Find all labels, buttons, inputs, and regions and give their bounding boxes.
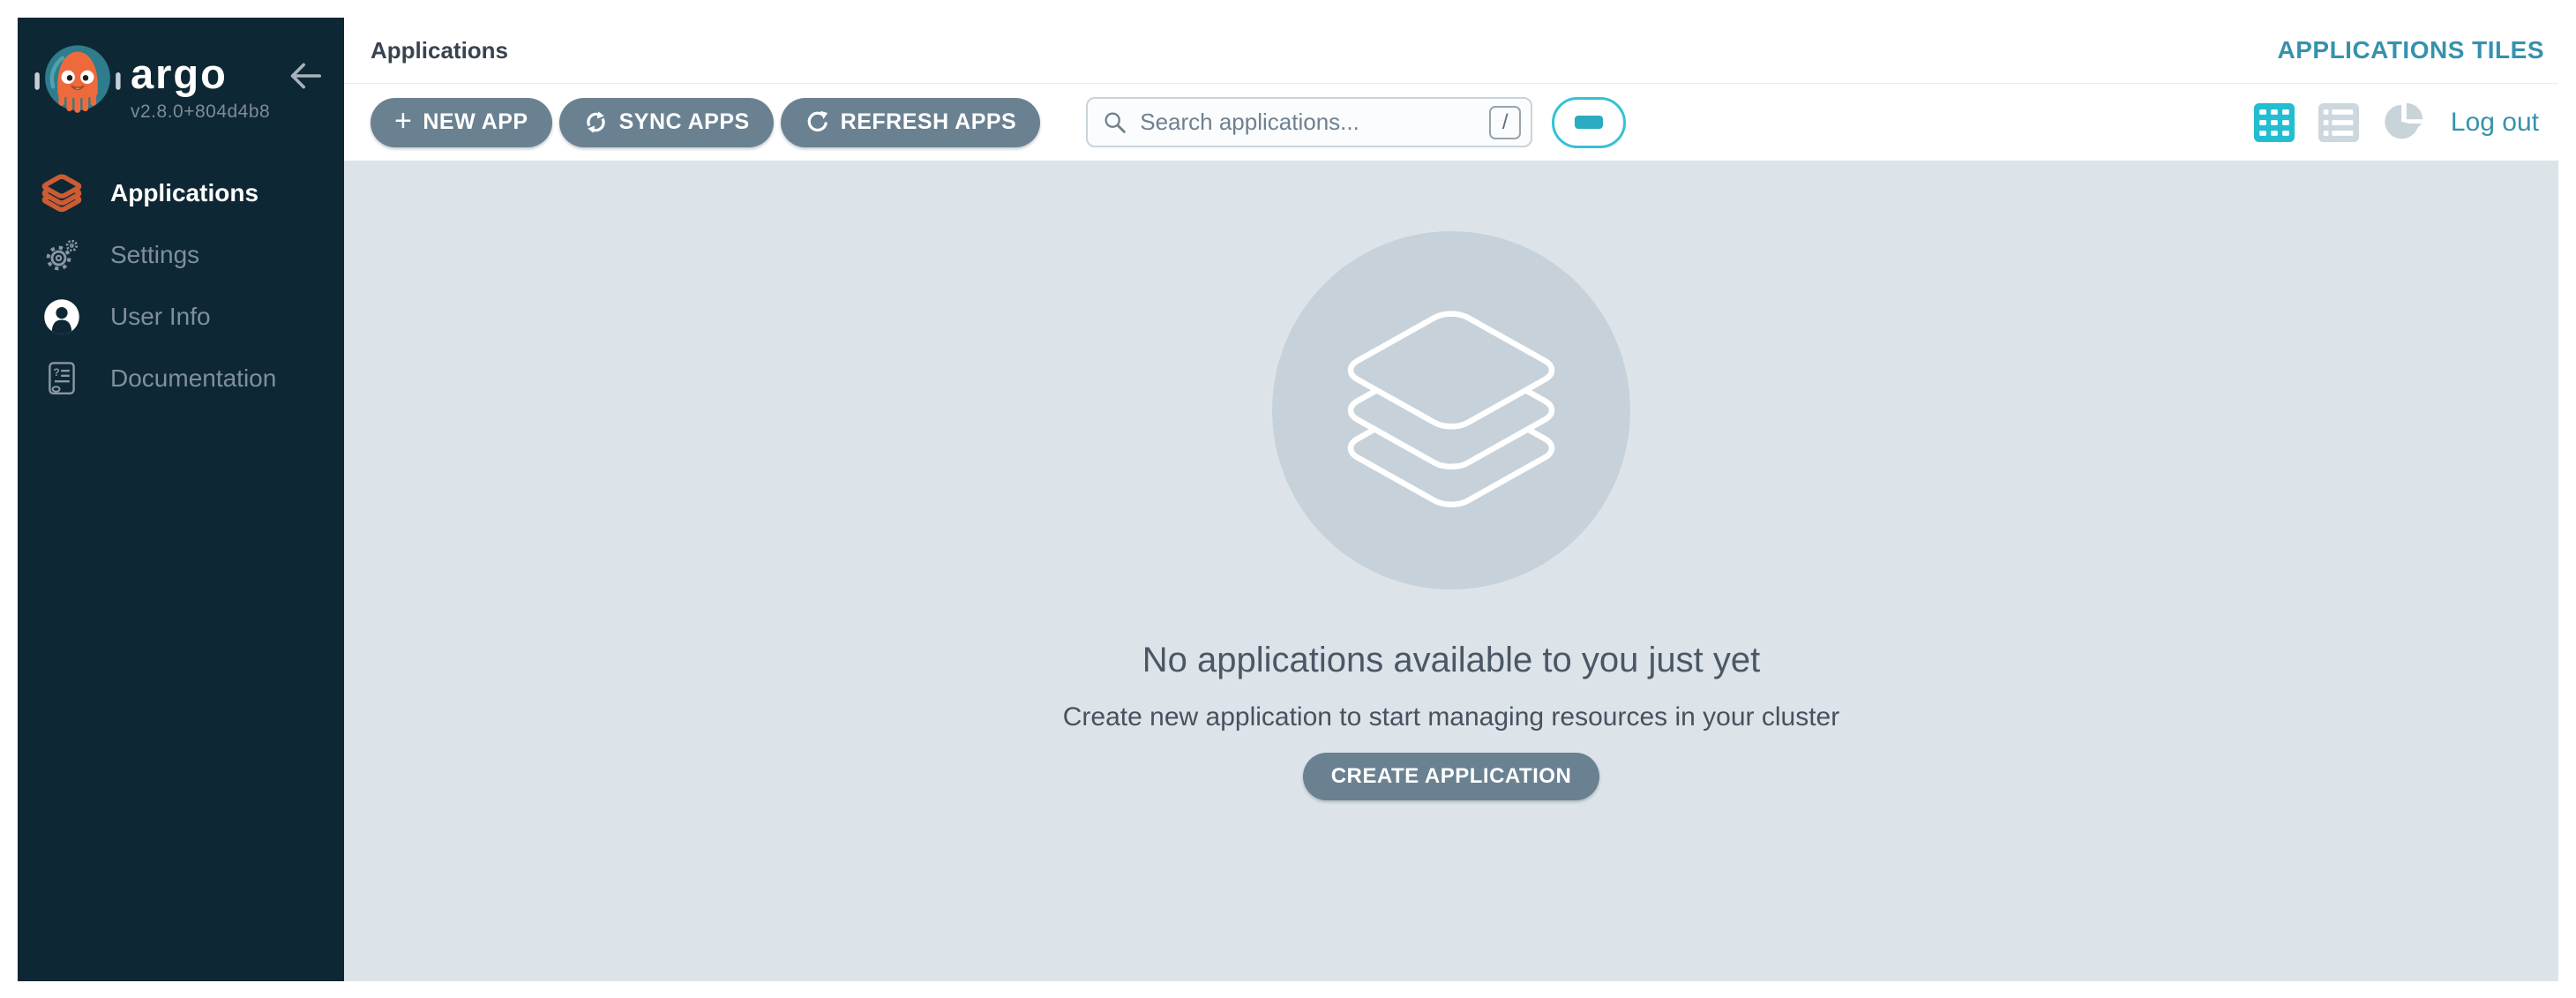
favorites-filter-toggle[interactable] <box>1552 97 1626 148</box>
tiles-view-icon[interactable] <box>2253 102 2295 143</box>
page-title: APPLICATIONS TILES <box>2278 36 2545 64</box>
sync-icon <box>583 109 609 135</box>
brand-block: argo v2.8.0+804d4b8 <box>131 41 270 123</box>
sidebar-item-label: Documentation <box>110 364 276 393</box>
brand-version: v2.8.0+804d4b8 <box>131 101 270 123</box>
applications-empty-state: No applications available to you just ye… <box>344 161 2558 981</box>
argo-octopus-logo-icon <box>34 41 122 120</box>
plus-icon: + <box>394 106 412 136</box>
keyboard-shortcut-badge: / <box>1489 106 1521 139</box>
sync-apps-button-label: SYNC APPS <box>619 109 750 135</box>
breadcrumb[interactable]: Applications <box>371 37 508 64</box>
new-app-button-label: NEW APP <box>423 109 528 135</box>
sidebar-item-settings[interactable]: Settings <box>18 224 344 286</box>
summary-pie-chart-view-icon[interactable] <box>2382 101 2426 144</box>
content-column: Applications APPLICATIONS TILES + NEW AP… <box>344 18 2558 981</box>
sidebar-collapse-button[interactable] <box>286 60 325 92</box>
refresh-apps-button-label: REFRESH APPS <box>841 109 1017 135</box>
stacked-layers-icon <box>1333 292 1569 529</box>
sidebar-item-label: User Info <box>110 303 211 331</box>
view-switcher <box>2253 101 2426 144</box>
list-view-icon[interactable] <box>2318 102 2360 143</box>
empty-state-subtitle: Create new application to start managing… <box>1063 702 1839 732</box>
empty-state-circle <box>1272 231 1630 589</box>
sidebar-item-user-info[interactable]: User Info <box>18 286 344 348</box>
refresh-icon <box>805 109 830 135</box>
toggle-knob-icon <box>1575 116 1603 129</box>
sidebar: argo v2.8.0+804d4b8 <box>18 18 344 981</box>
argo-cd-app: argo v2.8.0+804d4b8 <box>18 18 2558 981</box>
brand-name: argo <box>131 53 270 94</box>
logo-row: argo v2.8.0+804d4b8 <box>18 18 344 141</box>
sidebar-nav: Applications Settings <box>18 162 344 409</box>
sidebar-item-documentation[interactable]: ? Documentation <box>18 348 344 409</box>
documentation-book-icon: ? <box>41 358 82 399</box>
sidebar-item-applications[interactable]: Applications <box>18 162 344 224</box>
empty-state-title: No applications available to you just ye… <box>1142 641 1760 680</box>
create-application-button[interactable]: CREATE APPLICATION <box>1303 753 1600 800</box>
gears-icon <box>41 235 82 275</box>
left-arrow-icon <box>286 60 325 92</box>
sidebar-item-label: Applications <box>110 179 258 207</box>
sidebar-item-label: Settings <box>110 241 199 269</box>
top-bar: Applications APPLICATIONS TILES <box>344 18 2558 84</box>
svg-text:?: ? <box>53 366 59 379</box>
stacked-layers-icon <box>41 173 82 214</box>
search-input[interactable] <box>1140 109 1489 136</box>
toolbar: + NEW APP SYNC APPS <box>344 84 2558 161</box>
sync-apps-button[interactable]: SYNC APPS <box>559 98 774 147</box>
refresh-apps-button[interactable]: REFRESH APPS <box>781 98 1041 147</box>
logout-link[interactable]: Log out <box>2451 108 2544 138</box>
user-icon <box>41 296 82 337</box>
search-box: / <box>1086 97 1532 147</box>
search-icon <box>1103 110 1127 135</box>
new-app-button[interactable]: + NEW APP <box>371 98 552 147</box>
